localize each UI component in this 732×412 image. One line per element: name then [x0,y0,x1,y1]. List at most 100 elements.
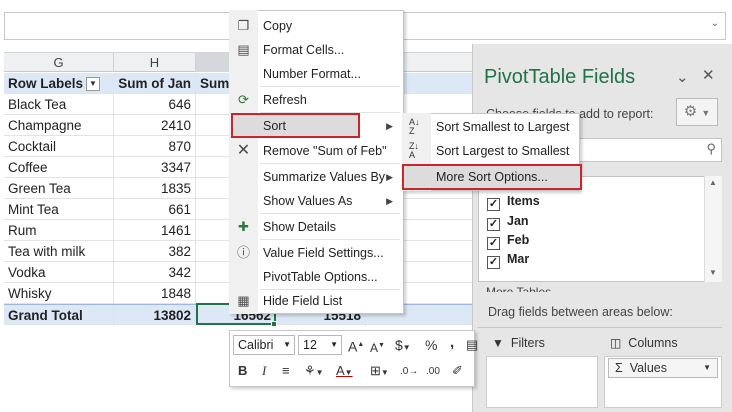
field-list: ✓ Items ✓ Jan ✓ Feb ✓ Mar [478,176,722,282]
submenu-item-more-sort-options[interactable]: More Sort Options... [403,165,579,189]
format-painter-icon[interactable]: ✐ [452,362,463,380]
decrease-font-icon: A [370,341,379,355]
chevron-down-icon[interactable]: ▼ [283,336,291,354]
menu-item-format-cells[interactable]: ▤ Format Cells... [230,38,403,62]
fill-color-icon[interactable]: ⚘▼ [304,362,324,380]
format-painter-grid-icon[interactable]: ▤ [466,336,478,354]
submenu-item-sort-ascending[interactable]: A↓ Z Sort Smallest to Largest [403,115,579,139]
menu-item-number-format[interactable]: Number Format... [230,62,403,86]
column-header-h[interactable]: H [114,53,196,72]
menu-item-value-field-settings[interactable]: ⓘ Value Field Settings... [230,241,403,265]
font-color-icon[interactable]: A▼ [336,362,353,380]
fill-handle[interactable] [271,321,277,327]
italic-button[interactable]: I [262,362,266,380]
field-item-feb[interactable]: ✓ Feb [487,233,529,250]
font-size-value: 12 [303,338,317,352]
checkbox-icon[interactable]: ✓ [487,198,500,211]
scroll-up-icon[interactable]: ▲ [709,178,717,187]
sum-jan-header[interactable]: Sum of Jan [114,73,196,94]
menu-item-label: Value Field Settings... [263,246,384,260]
menu-separator [260,163,400,164]
sigma-icon: Σ [615,361,623,375]
field-item-items[interactable]: ✓ Items [487,194,540,211]
menu-item-summarize-values[interactable]: Summarize Values By ▶ [230,165,403,189]
row-labels-text: Row Labels [8,76,84,91]
row-label[interactable]: Champagne [4,115,114,136]
expand-formula-bar-icon[interactable]: ⌄ [711,18,719,29]
accounting-format-button[interactable]: $▼ [395,336,411,354]
row-label[interactable]: Cocktail [4,136,114,157]
filter-dropdown-icon[interactable]: ▼ [86,77,101,92]
percent-style-button[interactable]: % [425,336,437,354]
font-size-box[interactable]: 12 ▼ [298,335,342,355]
format-cells-icon: ▤ [237,42,250,57]
comma-style-button[interactable]: , [450,334,454,352]
field-list-icon: ▦ [237,293,250,308]
search-icon: ⚲ [706,141,716,156]
field-label: Mar [507,252,530,266]
values-field-chip[interactable]: Σ Values ▼ [608,358,718,378]
jan-value[interactable]: 1461 [114,220,196,241]
menu-item-hide-field-list[interactable]: ▦ Hide Field List [230,289,403,313]
chevron-down-icon[interactable]: ▼ [703,359,711,377]
chevron-down-icon[interactable]: ▼ [330,336,338,354]
menu-separator [260,239,400,240]
checkbox-icon[interactable]: ✓ [487,237,500,250]
menu-item-pivottable-options[interactable]: PivotTable Options... [230,265,403,289]
grand-total-label[interactable]: Grand Total [4,305,114,326]
grand-total-jan[interactable]: 13802 [114,305,196,326]
bold-button[interactable]: B [238,362,247,380]
decrease-decimal-icon[interactable]: .00 [426,363,440,381]
checkbox-icon[interactable]: ✓ [487,218,500,231]
more-tables-link[interactable]: More Tables... [486,286,561,292]
increase-decimal-icon[interactable]: .0→ [400,363,418,381]
tools-button[interactable]: ⚙ ▼ [676,98,718,126]
row-labels-header[interactable]: Row Labels ▼ [4,73,114,94]
filters-area[interactable] [486,356,598,408]
row-label[interactable]: Whisky [4,283,114,304]
menu-item-copy[interactable]: ❐ Copy [230,14,403,38]
menu-item-label: Refresh [263,93,307,107]
menu-item-label: Copy [263,19,293,33]
row-label[interactable]: Tea with milk [4,241,114,262]
menu-item-show-details[interactable]: ✚ Show Details [230,215,403,239]
row-label[interactable]: Rum [4,220,114,241]
close-icon[interactable]: ✕ [702,66,715,84]
jan-value[interactable]: 3347 [114,157,196,178]
align-center-icon[interactable]: ≡ [282,362,290,380]
field-item-jan[interactable]: ✓ Jan [487,214,529,231]
menu-item-remove-field[interactable]: ✕ Remove "Sum of Feb" [230,139,403,163]
column-header-g[interactable]: G [4,53,114,72]
row-label[interactable]: Coffee [4,157,114,178]
menu-item-show-values-as[interactable]: Show Values As ▶ [230,189,403,213]
jan-value[interactable]: 382 [114,241,196,262]
pane-options-chevron-icon[interactable]: ⌄ [676,68,689,86]
field-item-mar[interactable]: ✓ Mar [487,252,529,269]
increase-font-button[interactable]: A▲ [348,336,364,355]
filter-icon: ▼ [492,336,504,350]
jan-value[interactable]: 1848 [114,283,196,304]
borders-icon[interactable]: ⊞▼ [370,362,389,380]
jan-value[interactable]: 2410 [114,115,196,136]
submenu-item-sort-descending[interactable]: Z↓ A Sort Largest to Smallest [403,139,579,163]
jan-value[interactable]: 661 [114,199,196,220]
row-label[interactable]: Green Tea [4,178,114,199]
jan-value[interactable]: 342 [114,262,196,283]
field-label: Feb [507,233,530,247]
decrease-font-button[interactable]: A▼ [370,337,385,355]
row-label[interactable]: Vodka [4,262,114,283]
row-label[interactable]: Mint Tea [4,199,114,220]
menu-item-refresh[interactable]: ⟳ Refresh [230,88,403,112]
jan-value[interactable]: 646 [114,94,196,115]
columns-label: Columns [628,336,678,350]
font-name-box[interactable]: Calibri ▼ [233,335,295,355]
refresh-icon: ⟳ [238,92,249,107]
jan-value[interactable]: 870 [114,136,196,157]
checkbox-icon[interactable]: ✓ [487,256,500,269]
scroll-down-icon[interactable]: ▼ [709,268,717,277]
field-list-scrollbar[interactable]: ▲ ▼ [704,176,722,282]
menu-item-sort[interactable]: Sort ▶ [230,114,403,138]
jan-value[interactable]: 1835 [114,178,196,199]
row-label[interactable]: Black Tea [4,94,114,115]
sort-descending-icon: Z↓ A [409,141,419,160]
